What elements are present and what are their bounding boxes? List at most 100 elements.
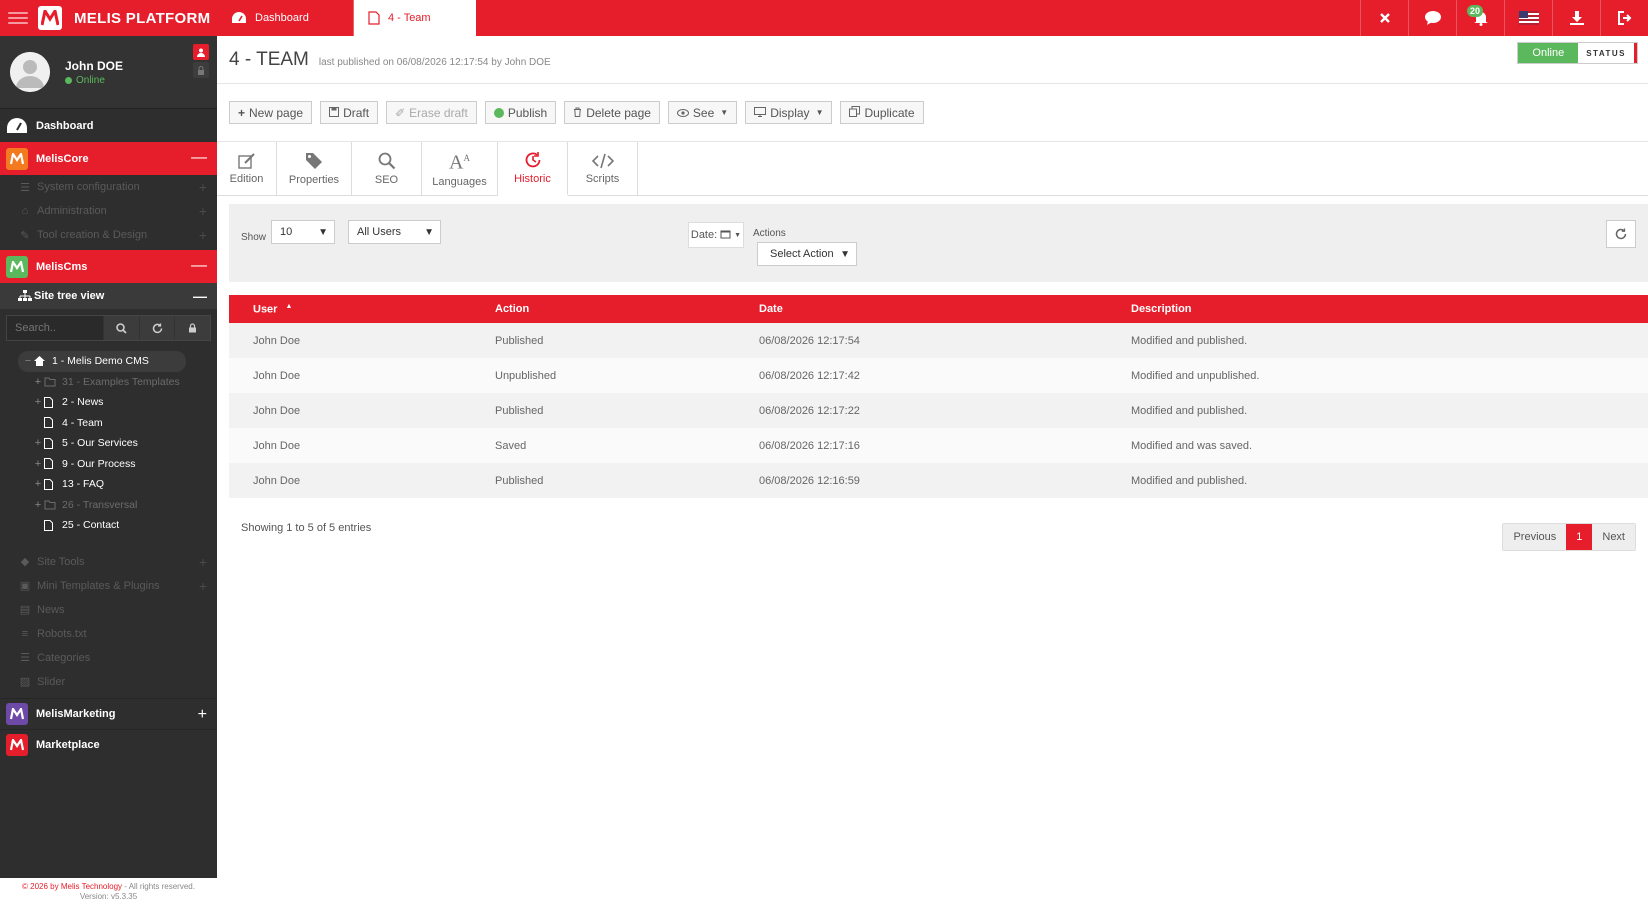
nav-administration[interactable]: ⌂ Administration + [0,199,217,223]
expand-icon[interactable]: + [199,227,207,243]
top-icons: 20 [1360,0,1648,36]
tab-historic[interactable]: Historic [498,142,568,196]
erase-draft-button[interactable]: ✐ Erase draft [386,101,477,124]
close-all-icon[interactable] [1360,0,1408,36]
actions-select[interactable]: Select Action ▼ [757,242,857,266]
display-dropdown[interactable]: Display ▼ [745,101,833,124]
nav-melismarketing[interactable]: MelisMarketing + [0,697,217,729]
tab-scripts[interactable]: Scripts [568,142,638,195]
tab-seo[interactable]: SEO [352,142,422,195]
see-dropdown[interactable]: See ▼ [667,101,738,124]
refresh-button[interactable] [1606,220,1636,248]
page-size-select[interactable]: 10 ▼ [271,220,335,244]
nav-robots[interactable]: ≡ Robots.txt [0,622,217,646]
cell-action: Saved [495,439,527,452]
nav-meliscore[interactable]: MelisCore — [0,142,217,175]
sliders-icon: ☰ [20,181,30,194]
tree-item[interactable]: 25 - Contact [0,515,217,536]
tree-search-input[interactable] [7,316,103,340]
next-page-button[interactable]: Next [1592,524,1635,550]
date-filter-button[interactable]: Date: ▼ [688,222,744,248]
nav-news[interactable]: ▤ News [0,598,217,622]
expand-icon[interactable]: + [32,458,44,470]
nav-slider[interactable]: ▨ Slider [0,670,217,694]
expand-icon[interactable]: + [199,203,207,219]
previous-page-button[interactable]: Previous [1503,524,1567,550]
tree-item[interactable]: + 13 - FAQ [0,474,217,495]
chevron-down-icon: ▼ [840,248,850,260]
tab-languages[interactable]: AA Languages [422,142,498,195]
select-value: Select Action [770,248,834,260]
us-flag-icon[interactable] [1504,0,1552,36]
expand-icon[interactable]: + [199,554,207,570]
column-date[interactable]: Date [759,303,1131,315]
lock-icon[interactable] [174,316,210,340]
refresh-icon[interactable] [138,316,175,340]
search-icon[interactable] [103,316,139,340]
avatar[interactable] [10,52,50,92]
nav-label: News [37,603,65,616]
expand-icon[interactable]: + [32,376,44,388]
melis-logo-icon [38,6,62,30]
tab-dashboard[interactable]: Dashboard [217,0,354,36]
draft-button[interactable]: Draft [320,101,379,124]
table-row[interactable]: John Doe Published 06/08/2026 12:16:59 M… [229,463,1648,498]
nav-categories[interactable]: ☰ Categories [0,646,217,670]
table-row[interactable]: John Doe Published 06/08/2026 12:17:22 M… [229,393,1648,428]
tree-item-root[interactable]: − 1 - Melis Demo CMS [18,351,186,372]
duplicate-button[interactable]: Duplicate [840,101,924,124]
footer-copyright[interactable]: © 2026 by Melis Technology [22,882,122,891]
delete-page-button[interactable]: Delete page [564,101,660,124]
column-user[interactable]: User ▲ [229,303,495,316]
publish-button[interactable]: Publish [484,101,557,124]
tree-item[interactable]: + 31 - Examples Templates [0,372,217,393]
menu-toggle-icon[interactable] [8,12,28,24]
download-icon[interactable] [1552,0,1600,36]
collapse-icon[interactable]: — [191,150,207,166]
column-description[interactable]: Description [1131,303,1648,315]
chat-icon[interactable] [1408,0,1456,36]
table-row[interactable]: John Doe Unpublished 06/08/2026 12:17:42… [229,358,1648,393]
status-toggle[interactable]: Online STATUS [1517,42,1638,64]
nav-marketplace[interactable]: Marketplace [0,728,217,760]
nav-system-configuration[interactable]: ☰ System configuration + [0,175,217,199]
lock-icon[interactable] [193,62,209,78]
tree-item[interactable]: + 2 - News [0,392,217,413]
page-1-button[interactable]: 1 [1566,524,1593,550]
expand-icon[interactable]: + [199,578,207,594]
tree-item[interactable]: 4 - Team [0,413,217,434]
collapse-icon[interactable]: — [191,258,207,274]
user-profile-icon[interactable] [193,44,209,60]
bell-icon[interactable]: 20 [1456,0,1504,36]
tab-properties[interactable]: Properties [277,142,352,195]
nav-meliscms[interactable]: MelisCms — [0,250,217,283]
nav-label: MelisMarketing [36,707,116,720]
collapse-icon[interactable]: − [22,355,34,367]
page-icon [44,458,58,470]
logout-icon[interactable] [1600,0,1648,36]
expand-icon[interactable]: + [198,706,207,723]
tab-edition[interactable]: Edition [217,142,277,195]
nav-dashboard[interactable]: Dashboard [0,109,217,142]
table-row[interactable]: John Doe Published 06/08/2026 12:17:54 M… [229,323,1648,358]
tree-item[interactable]: + 9 - Our Process [0,454,217,475]
nav-tool-creation[interactable]: ✎ Tool creation & Design + [0,223,217,247]
collapse-icon[interactable]: — [193,288,207,304]
table-row[interactable]: John Doe Saved 06/08/2026 12:17:16 Modif… [229,428,1648,463]
puzzle-icon: ▣ [19,580,31,592]
expand-icon[interactable]: + [32,437,44,449]
expand-icon[interactable]: + [199,179,207,195]
expand-icon[interactable]: + [32,499,44,511]
expand-icon[interactable]: + [32,396,44,408]
nav-site-tools[interactable]: ◆ Site Tools + [0,550,217,574]
tree-item[interactable]: + 26 - Transversal [0,495,217,516]
users-select[interactable]: All Users ▼ [348,220,441,244]
tab-team[interactable]: 4 - Team [354,0,476,36]
nav-mini-templates[interactable]: ▣ Mini Templates & Plugins + [0,574,217,598]
tree-item[interactable]: + 5 - Our Services [0,433,217,454]
expand-icon[interactable]: + [32,478,44,490]
site-tree-header[interactable]: Site tree view — [0,283,217,309]
new-page-button[interactable]: + New page [229,101,313,124]
column-action[interactable]: Action [495,303,759,315]
nav-label: System configuration [37,181,140,193]
